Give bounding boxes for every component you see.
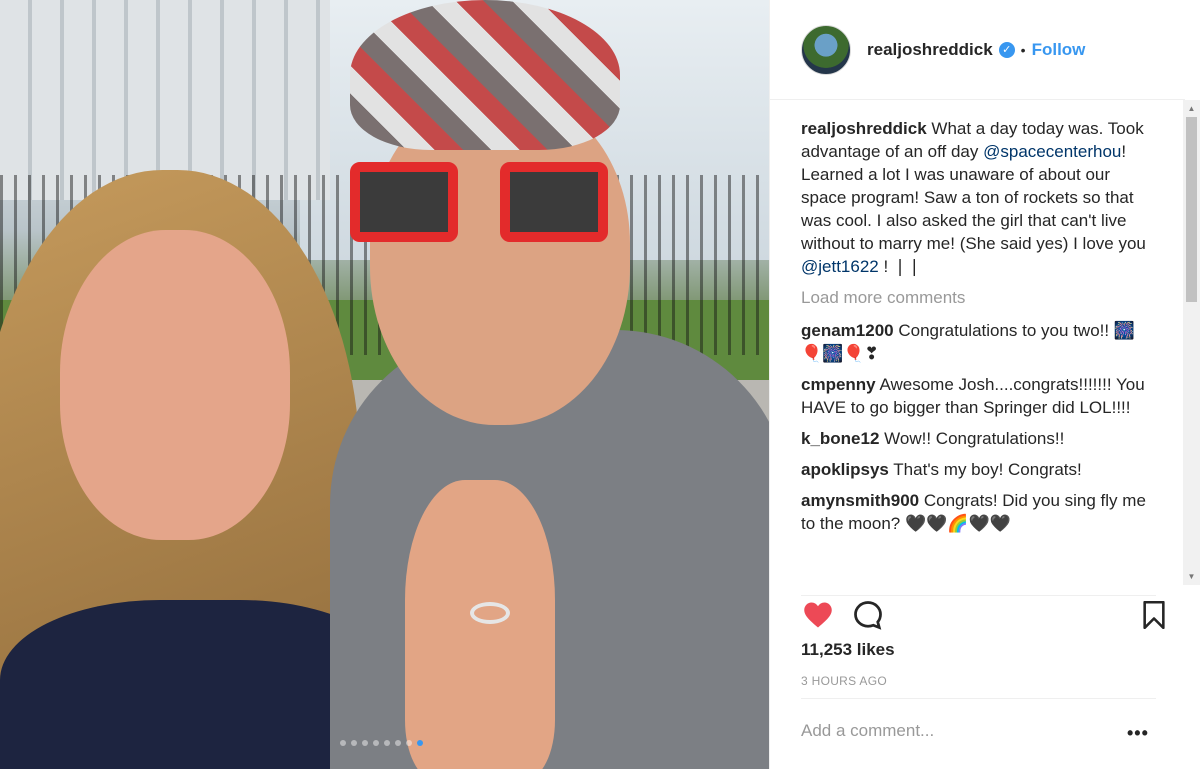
add-comment-input[interactable] [801, 721, 1101, 741]
carousel-dot[interactable] [351, 740, 357, 746]
caption-mention-jett[interactable]: @jett1622 [801, 257, 879, 276]
comment-button[interactable] [851, 598, 885, 632]
carousel-dot[interactable] [384, 740, 390, 746]
follow-button[interactable]: Follow [1032, 40, 1086, 60]
scroll-up-arrow-icon[interactable]: ▲ [1183, 100, 1200, 117]
comment-item: genam1200 Congratulations to you two!! 🎆… [801, 319, 1146, 365]
save-button[interactable] [1137, 598, 1171, 632]
comments-scrollbar[interactable]: ▲ ▼ [1183, 100, 1200, 585]
comment-composer: ••• [801, 698, 1156, 769]
separator-dot: • [1020, 41, 1026, 58]
post-timestamp[interactable]: 3 HOURS AGO [801, 674, 887, 688]
photo-woman-face [60, 230, 290, 540]
comment-text: Wow!! Congratulations!! [884, 429, 1065, 448]
scrollbar-thumb[interactable] [1186, 117, 1197, 302]
photo-ring [470, 602, 510, 624]
post-details-panel: realjoshreddick ✓ • Follow realjoshreddi… [769, 0, 1200, 769]
comment-item: k_bone12 Wow!! Congratulations!! [801, 427, 1146, 450]
heart-icon [804, 602, 832, 628]
avatar[interactable] [801, 24, 851, 75]
comment-username[interactable]: k_bone12 [801, 429, 879, 448]
photo-cap [350, 0, 620, 150]
caption-username[interactable]: realjoshreddick [801, 119, 927, 138]
comment-item: amynsmith900 Congrats! Did you sing fly … [801, 489, 1146, 535]
sunglasses-lens-left [350, 162, 458, 242]
scroll-down-arrow-icon[interactable]: ▼ [1183, 568, 1200, 585]
carousel-dot[interactable] [406, 740, 412, 746]
carousel-dot[interactable] [395, 740, 401, 746]
comments-list: realjoshreddick What a day today was. To… [801, 117, 1146, 582]
caption-text-3: ! ❘❘ [878, 257, 922, 276]
comment-username[interactable]: cmpenny [801, 375, 876, 394]
post-photo[interactable] [0, 0, 769, 769]
comment-username[interactable]: apoklipsys [801, 460, 889, 479]
comment-username[interactable]: genam1200 [801, 321, 894, 340]
photo-hand [405, 480, 555, 769]
carousel-dot[interactable] [340, 740, 346, 746]
comment-username[interactable]: amynsmith900 [801, 491, 919, 510]
post-header: realjoshreddick ✓ • Follow [770, 0, 1185, 100]
actions-bar [801, 596, 1165, 636]
bookmark-icon [1143, 601, 1165, 629]
post-actions [801, 595, 1165, 636]
comment-item: cmpenny Awesome Josh....congrats!!!!!!! … [801, 373, 1146, 419]
sunglasses-lens-right [500, 162, 608, 242]
like-button[interactable] [801, 598, 835, 632]
carousel-dot[interactable] [373, 740, 379, 746]
carousel-dot[interactable] [417, 740, 423, 746]
likes-count[interactable]: 11,253 likes [801, 640, 895, 660]
caption-mention-spacecenter[interactable]: @spacecenterhou [983, 142, 1121, 161]
photo-sunglasses [350, 150, 625, 250]
more-options-icon[interactable]: ••• [1127, 723, 1149, 744]
carousel-dot[interactable] [362, 740, 368, 746]
comment-text: That's my boy! Congrats! [893, 460, 1082, 479]
verified-badge-icon: ✓ [998, 41, 1015, 58]
comment-bubble-icon [854, 601, 882, 630]
post-username[interactable]: realjoshreddick [867, 40, 993, 60]
carousel-indicator [340, 740, 423, 746]
comment-item: apoklipsys That's my boy! Congrats! [801, 458, 1146, 481]
load-more-comments-link[interactable]: Load more comments [801, 286, 1146, 309]
post-caption: realjoshreddick What a day today was. To… [801, 117, 1146, 278]
